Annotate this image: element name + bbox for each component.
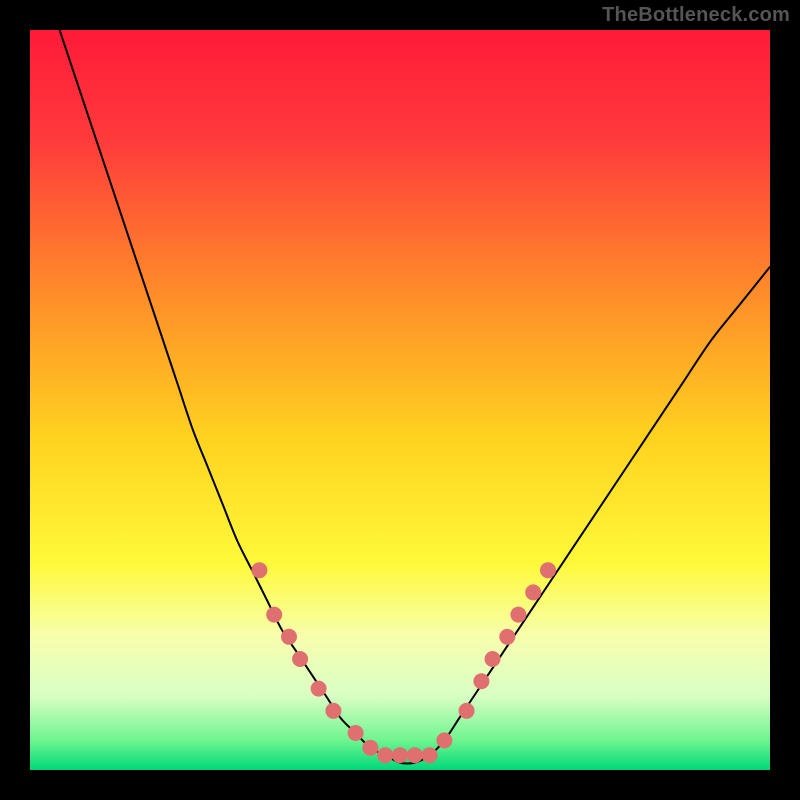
curve-marker xyxy=(348,725,364,741)
curve-marker xyxy=(311,681,327,697)
curve-marker xyxy=(325,703,341,719)
curve-marker xyxy=(499,629,515,645)
curve-marker xyxy=(251,562,267,578)
curve-marker xyxy=(407,747,423,763)
curve-marker xyxy=(377,747,393,763)
curve-marker xyxy=(362,740,378,756)
chart-frame: TheBottleneck.com xyxy=(0,0,800,800)
curve-marker xyxy=(473,673,489,689)
curve-marker xyxy=(266,607,282,623)
curve-marker xyxy=(459,703,475,719)
curve-marker xyxy=(510,607,526,623)
curve-marker xyxy=(485,651,501,667)
bottleneck-chart xyxy=(30,30,770,770)
curve-marker xyxy=(292,651,308,667)
curve-marker xyxy=(436,732,452,748)
gradient-background xyxy=(30,30,770,770)
curve-marker xyxy=(392,747,408,763)
curve-marker xyxy=(525,584,541,600)
watermark-text: TheBottleneck.com xyxy=(602,4,790,27)
curve-marker xyxy=(422,747,438,763)
curve-marker xyxy=(540,562,556,578)
curve-marker xyxy=(281,629,297,645)
